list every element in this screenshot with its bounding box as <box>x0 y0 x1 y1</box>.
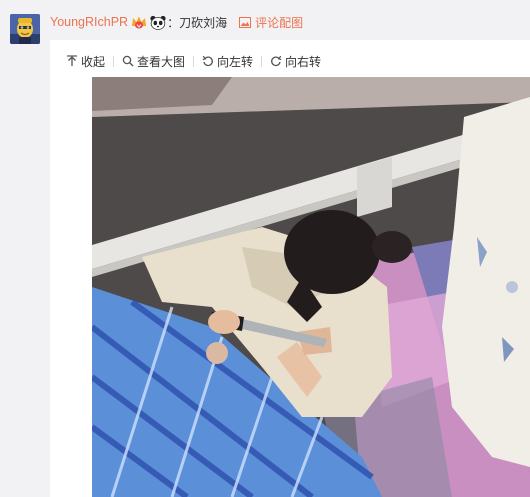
toolbar-divider <box>193 55 195 67</box>
username-link[interactable]: YoungRIchPR <box>50 15 128 29</box>
view-large-button[interactable]: 查看大图 <box>122 53 185 70</box>
media-panel: 收起 查看大图 向左转 向右转 <box>50 40 530 497</box>
panda-emoji-icon <box>150 15 166 30</box>
rotate-right-icon <box>271 55 282 67</box>
collapse-label: 收起 <box>81 54 106 69</box>
view-large-label: 查看大图 <box>137 54 186 69</box>
comment-photo-image <box>92 77 530 497</box>
comment-photo[interactable] <box>92 77 530 497</box>
rotate-left-icon <box>202 55 213 67</box>
magnifier-icon <box>122 55 134 67</box>
rotate-right-label: 向右转 <box>285 54 322 69</box>
picture-icon <box>239 16 252 28</box>
comment-pic-link-label: 评论配图 <box>255 15 304 30</box>
collapse-button[interactable]: 收起 <box>66 53 105 70</box>
comment-row: YoungRIchPR ： 刀砍刘海 评论配图 收起 查看大图 向左转 向右转 <box>0 0 530 497</box>
rotate-right-button[interactable]: 向右转 <box>270 53 321 70</box>
comment-header: YoungRIchPR ： 刀砍刘海 评论配图 <box>50 13 303 31</box>
avatar[interactable] <box>10 14 40 44</box>
rotate-left-button[interactable]: 向左转 <box>202 53 253 70</box>
collapse-arrow-icon <box>67 55 77 66</box>
toolbar-divider <box>113 55 115 67</box>
comment-colon: ： <box>167 15 180 30</box>
vip-crown-icon[interactable] <box>131 15 147 29</box>
avatar-image <box>10 14 40 44</box>
comment-pic-link[interactable]: 评论配图 <box>239 14 303 31</box>
rotate-left-label: 向左转 <box>217 54 254 69</box>
toolbar-divider <box>261 55 263 67</box>
image-toolbar: 收起 查看大图 向左转 向右转 <box>66 52 321 70</box>
comment-text: 刀砍刘海 <box>179 15 228 30</box>
